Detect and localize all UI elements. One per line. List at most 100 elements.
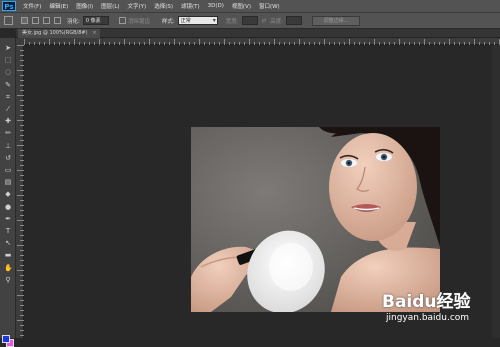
menu-view[interactable]: 视图(V) [228,2,255,10]
eyedropper-tool-icon[interactable]: ⁄ [4,105,12,113]
ruler-tick [20,160,24,161]
ruler-tick [354,42,355,45]
ruler-tick [104,42,105,45]
ruler-tick [299,39,300,45]
ruler-tick [84,42,85,45]
antialias-label: 消除锯齿 [127,18,150,25]
shape-tool-icon[interactable]: ▬ [4,251,12,259]
ruler-tick [20,265,24,266]
ruler-tick [424,39,425,45]
tools-panel: ➤ ⬚ ◌ ✎ ⌗ ⁄ ✚ ✏ ⊥ ↺ ▭ ▤ ◆ ● ✒ T ↖ ▬ ✋ ⚲ [0,38,16,347]
ruler-tick [344,42,345,45]
subtract-selection-icon[interactable] [43,17,50,24]
ruler-tick [49,39,50,45]
ruler-tick [20,115,24,116]
ruler-tick [184,42,185,45]
ruler-tick [394,42,395,45]
ruler-tick [369,42,370,45]
ruler-tick [404,42,405,45]
ruler-tick [79,42,80,45]
style-select[interactable]: 正常 [177,16,218,25]
ruler-tick [20,230,24,231]
menu-window[interactable]: 窗口(W) [255,2,284,10]
menu-select[interactable]: 选择(S) [150,2,177,10]
new-selection-icon[interactable] [21,17,28,24]
swap-dimensions-icon[interactable]: ⇄ [262,18,267,24]
ruler-tick [124,39,125,45]
zoom-tool-icon[interactable]: ⚲ [4,276,12,284]
add-to-selection-icon[interactable] [32,17,39,24]
height-field[interactable] [286,16,303,25]
ruler-tick [259,42,260,45]
ruler-tick [17,195,24,196]
menu-edit[interactable]: 编辑(E) [45,2,72,10]
ruler-tick [379,42,380,45]
ruler-tick [109,42,110,45]
ruler-tick [174,39,175,45]
ruler-tick [17,145,24,146]
tool-preset-icon[interactable] [4,16,13,25]
close-icon[interactable]: × [92,29,96,38]
blur-tool-icon[interactable]: ◆ [4,190,12,198]
clone-stamp-tool-icon[interactable]: ⊥ [4,142,12,150]
ruler-tick [304,42,305,45]
menu-image[interactable]: 图像(I) [72,2,97,10]
ruler-tick [20,300,24,301]
menu-bar: Ps 文件(F) 编辑(E) 图像(I) 图层(L) 文字(Y) 选择(S) 滤… [0,0,500,12]
marquee-tool-icon[interactable]: ⬚ [4,56,12,64]
menu-filter[interactable]: 滤镜(T) [177,2,204,10]
ruler-tick [20,310,24,311]
menu-layer[interactable]: 图层(L) [97,2,123,10]
menu-type[interactable]: 文字(Y) [124,2,151,10]
vertical-scrollbar[interactable] [492,45,500,338]
ruler-tick [20,75,24,76]
document-tab[interactable]: 美女.jpg @ 100%(RGB/8#) × [18,29,100,38]
height-label: 高度: [270,18,284,25]
ruler-tick [20,60,24,61]
style-label: 样式: [161,18,175,25]
dodge-tool-icon[interactable]: ● [4,203,12,211]
refine-edge-button[interactable]: 调整边缘... [312,15,361,26]
menu-3d[interactable]: 3D(D) [204,3,228,9]
eraser-tool-icon[interactable]: ▭ [4,166,12,174]
menu-file[interactable]: 文件(F) [19,2,45,10]
ruler-tick [20,165,24,166]
ruler-tick [454,42,455,45]
ruler-tick [114,42,115,45]
ruler-tick [17,270,24,271]
type-tool-icon[interactable]: T [4,227,12,235]
intersect-selection-icon[interactable] [54,17,61,24]
ruler-tick [20,65,24,66]
ruler-tick [20,290,24,291]
ruler-tick [154,42,155,45]
document-canvas[interactable] [191,127,440,312]
ruler-tick [244,42,245,45]
lasso-tool-icon[interactable]: ◌ [4,68,12,76]
antialias-checkbox[interactable] [118,17,126,24]
pen-tool-icon[interactable]: ✒ [4,215,12,223]
move-tool-icon[interactable]: ➤ [4,44,12,52]
feather-input[interactable]: 0 像素 [82,16,109,25]
hand-tool-icon[interactable]: ✋ [4,264,13,272]
path-select-tool-icon[interactable]: ↖ [4,239,12,247]
ruler-tick [384,42,385,45]
crop-tool-icon[interactable]: ⌗ [4,93,12,101]
history-brush-tool-icon[interactable]: ↺ [4,154,12,162]
ruler-tick [17,45,24,46]
healing-brush-tool-icon[interactable]: ✚ [4,117,12,125]
ruler-tick [339,42,340,45]
ruler-tick [264,42,265,45]
ruler-tick [54,42,55,45]
width-field[interactable] [241,16,258,25]
ruler-tick [20,305,24,306]
ruler-tick [17,95,24,96]
gradient-tool-icon[interactable]: ▤ [4,178,12,186]
quick-select-tool-icon[interactable]: ✎ [4,81,12,89]
ruler-tick [17,70,24,71]
ruler-tick [484,42,485,45]
foreground-color-swatch[interactable] [2,335,10,343]
brush-tool-icon[interactable]: ✏ [4,129,12,137]
ruler-tick [89,42,90,45]
ruler-tick [17,120,24,121]
ruler-tick [17,320,24,321]
